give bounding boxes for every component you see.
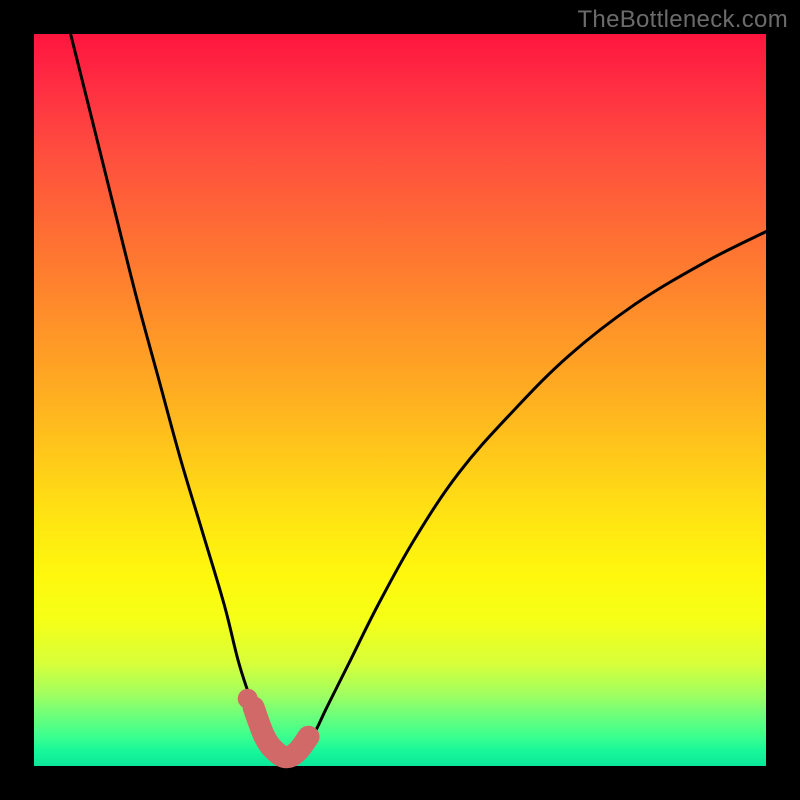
plot-area: [34, 34, 766, 766]
bottleneck-curve: [71, 34, 766, 757]
optimal-zone-highlight: [254, 707, 309, 757]
watermark-text: TheBottleneck.com: [577, 6, 788, 34]
chart-svg: [34, 34, 766, 766]
optimal-zone-dot: [238, 689, 258, 709]
chart-frame: TheBottleneck.com: [0, 0, 800, 800]
